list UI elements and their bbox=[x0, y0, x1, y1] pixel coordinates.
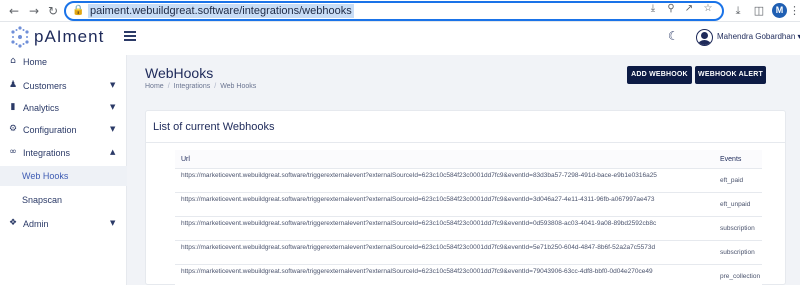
users-icon: ♟ bbox=[8, 80, 18, 90]
lock-icon: 🔒 bbox=[72, 5, 85, 16]
download-page-icon[interactable]: ⤓ bbox=[646, 2, 660, 16]
webhooks-table: Url Events https://marketicevent.webuild… bbox=[175, 150, 762, 285]
table-row[interactable]: https://marketicevent.webuildgreat.softw… bbox=[175, 217, 762, 241]
sidebar-item-customers[interactable]: ♟ Customers ▼ bbox=[0, 77, 127, 97]
sidebar-item-web-hooks[interactable]: Web Hooks bbox=[0, 166, 127, 186]
sidebar-item-integrations[interactable]: ∞ Integrations ▲ bbox=[0, 144, 127, 164]
admin-icon: ❖ bbox=[8, 218, 18, 228]
column-header-events: Events bbox=[720, 156, 742, 163]
browser-menu-icon[interactable]: ⋮ bbox=[789, 3, 800, 19]
brand-name: pAIment bbox=[34, 27, 105, 46]
table-row[interactable]: https://marketicevent.webuildgreat.softw… bbox=[175, 241, 762, 265]
webhook-url: https://marketicevent.webuildgreat.softw… bbox=[181, 244, 656, 251]
sidebar-item-label: Admin bbox=[23, 219, 49, 229]
webhook-url: https://marketicevent.webuildgreat.softw… bbox=[181, 268, 653, 275]
table-row[interactable]: https://marketicevent.webuildgreat.softw… bbox=[175, 169, 762, 193]
link-icon: ∞ bbox=[9, 147, 17, 157]
card-title: List of current Webhooks bbox=[153, 121, 275, 133]
sidebar-item-home[interactable]: ⌂ Home bbox=[0, 53, 127, 73]
browser-profile-avatar[interactable]: M bbox=[772, 3, 787, 18]
chevron-down-icon: ▼ bbox=[110, 219, 116, 227]
webhook-event: subscription bbox=[720, 225, 755, 232]
search-icon[interactable]: ⚲ bbox=[664, 2, 678, 16]
bookmark-star-icon[interactable]: ☆ bbox=[701, 2, 715, 16]
sidebar-item-analytics[interactable]: ▮ Analytics ▼ bbox=[0, 99, 127, 119]
sidebar-item-label: Customers bbox=[23, 81, 67, 91]
sidebar-panel-icon[interactable]: ◫ bbox=[751, 3, 767, 19]
home-icon: ⌂ bbox=[10, 56, 16, 66]
sidebar-item-label: Configuration bbox=[23, 125, 77, 135]
user-menu[interactable]: Mahendra Gobardhan ▾ bbox=[717, 32, 800, 41]
breadcrumb: Home / Integrations / Web Hooks bbox=[145, 83, 257, 90]
breadcrumb-current: Web Hooks bbox=[220, 83, 257, 90]
table-row[interactable]: https://marketicevent.webuildgreat.softw… bbox=[175, 265, 762, 285]
sidebar-item-admin[interactable]: ❖ Admin ▼ bbox=[0, 215, 127, 235]
brand-logo-icon bbox=[11, 26, 29, 48]
column-header-url: Url bbox=[181, 156, 190, 163]
card-divider bbox=[146, 142, 785, 143]
sidebar-item-label: Integrations bbox=[23, 148, 71, 158]
chart-icon: ▮ bbox=[10, 102, 16, 112]
webhook-event: pre_collection bbox=[720, 273, 761, 280]
address-bar[interactable]: 🔒 paiment.webuildgreat.software/integrat… bbox=[64, 1, 724, 21]
breadcrumb-home[interactable]: Home bbox=[145, 83, 164, 90]
webhook-event: subscription bbox=[720, 249, 755, 256]
table-row[interactable]: https://marketicevent.webuildgreat.softw… bbox=[175, 193, 762, 217]
dark-mode-icon[interactable]: ☾ bbox=[668, 29, 679, 43]
chevron-down-icon: ▼ bbox=[110, 81, 116, 89]
browser-toolbar: ← → ↻ 🔒 paiment.webuildgreat.software/in… bbox=[0, 0, 800, 22]
webhook-url: https://marketicevent.webuildgreat.softw… bbox=[181, 196, 655, 203]
webhook-url: https://marketicevent.webuildgreat.softw… bbox=[181, 220, 657, 227]
menu-toggle-icon[interactable] bbox=[124, 31, 136, 41]
sidebar-item-label: Web Hooks bbox=[22, 171, 69, 181]
sidebar-item-snapscan[interactable]: Snapscan bbox=[0, 190, 127, 210]
webhook-url: https://marketicevent.webuildgreat.softw… bbox=[181, 172, 657, 179]
gear-icon: ⚙ bbox=[8, 124, 18, 134]
chevron-up-icon: ▲ bbox=[110, 148, 116, 156]
sidebar-item-label: Snapscan bbox=[22, 195, 63, 205]
sidebar-item-label: Analytics bbox=[23, 103, 60, 113]
webhook-alert-button[interactable]: WEBHOOK ALERT bbox=[695, 66, 766, 84]
reload-icon[interactable]: ↻ bbox=[45, 3, 61, 19]
address-url[interactable]: paiment.webuildgreat.software/integratio… bbox=[88, 4, 354, 18]
webhook-event: eft_unpaid bbox=[720, 201, 751, 208]
app-header bbox=[0, 22, 800, 55]
chevron-down-icon: ▼ bbox=[110, 125, 116, 133]
user-avatar[interactable] bbox=[696, 29, 713, 46]
downloads-icon[interactable]: ⤓ bbox=[730, 3, 746, 19]
add-webhook-button[interactable]: ADD WEBHOOK bbox=[627, 66, 692, 84]
webhook-event: eft_paid bbox=[720, 177, 744, 184]
back-icon[interactable]: ← bbox=[6, 3, 22, 19]
chevron-down-icon: ▼ bbox=[110, 103, 116, 111]
forward-icon[interactable]: → bbox=[26, 3, 42, 19]
sidebar-item-label: Home bbox=[23, 57, 48, 67]
user-name-label: Mahendra Gobardhan bbox=[717, 32, 796, 41]
sidebar-item-configuration[interactable]: ⚙ Configuration ▼ bbox=[0, 121, 127, 141]
share-icon[interactable]: ↗ bbox=[682, 2, 696, 16]
page-title: WebHooks bbox=[145, 65, 214, 81]
breadcrumb-integrations[interactable]: Integrations bbox=[174, 83, 211, 90]
table-header-row: Url Events bbox=[175, 150, 762, 169]
